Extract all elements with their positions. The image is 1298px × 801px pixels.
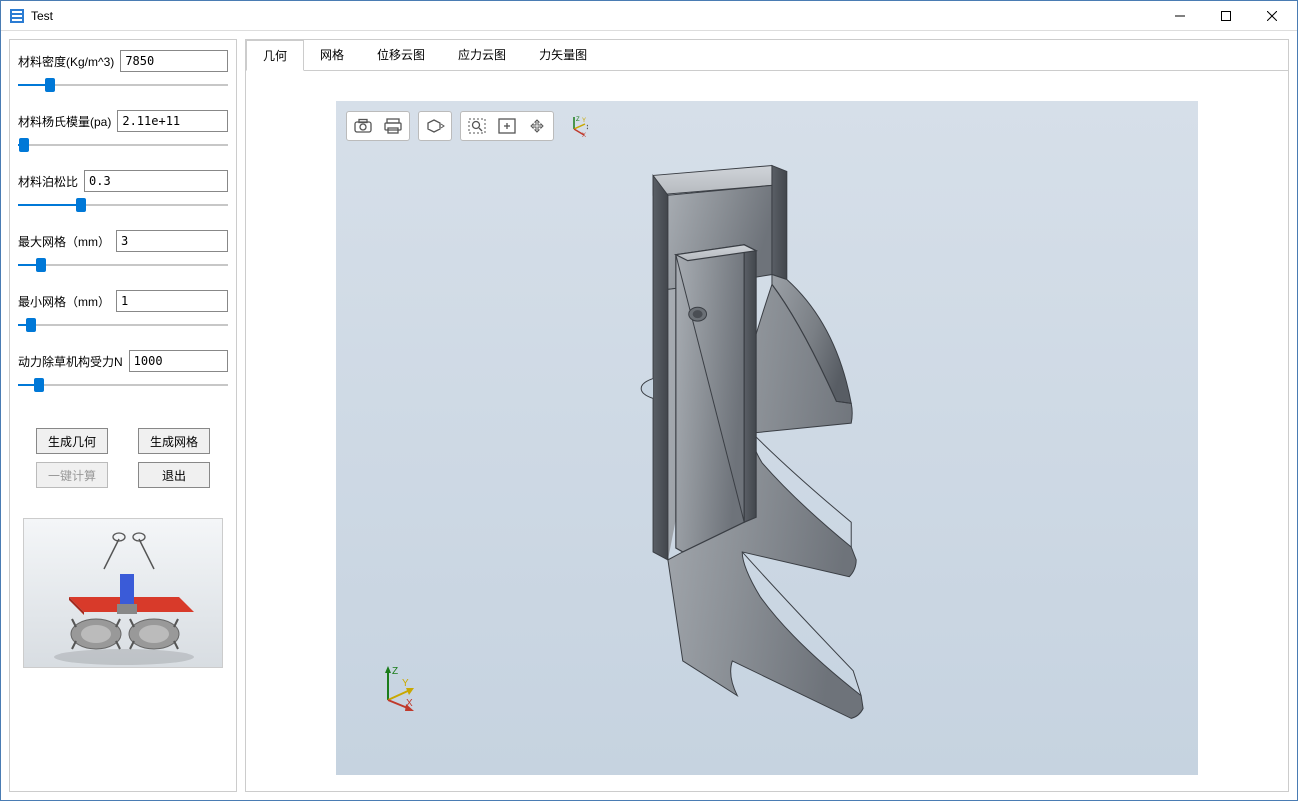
param-density-label: 材料密度(Kg/m^3): [18, 53, 114, 70]
preview-image: [23, 518, 223, 668]
param-poisson-label: 材料泊松比: [18, 173, 78, 190]
param-force-slider[interactable]: [18, 376, 228, 394]
axis-y-label: Y: [402, 678, 409, 689]
param-maxmesh: 最大网格（mm）: [18, 230, 228, 274]
param-poisson: 材料泊松比: [18, 170, 228, 214]
param-minmesh-input[interactable]: [116, 290, 228, 312]
param-density-input[interactable]: [120, 50, 228, 72]
window-title: Test: [31, 9, 1157, 23]
tab-1[interactable]: 网格: [304, 40, 361, 70]
tab-4[interactable]: 力矢量图: [523, 40, 604, 70]
param-force-input[interactable]: [129, 350, 228, 372]
param-maxmesh-label: 最大网格（mm）: [18, 233, 110, 250]
tab-3[interactable]: 应力云图: [442, 40, 523, 70]
window-buttons: [1157, 1, 1295, 30]
param-force-label: 动力除草机构受力N: [18, 353, 123, 370]
render-mode-icon[interactable]: [421, 114, 449, 138]
main-panel: 几何网格位移云图应力云图力矢量图: [245, 39, 1289, 792]
param-modulus: 材料杨氏模量(pa): [18, 110, 228, 154]
axis-indicator: Z Y X: [376, 662, 426, 715]
exit-button[interactable]: 退出: [138, 462, 210, 488]
svg-text:Y: Y: [582, 118, 586, 124]
app-icon: [9, 8, 25, 24]
generate-mesh-button[interactable]: 生成网格: [138, 428, 210, 454]
tab-2[interactable]: 位移云图: [361, 40, 442, 70]
pan-icon[interactable]: [523, 114, 551, 138]
generate-geometry-button[interactable]: 生成几何: [36, 428, 108, 454]
fit-view-icon[interactable]: [493, 114, 521, 138]
tabs: 几何网格位移云图应力云图力矢量图: [246, 40, 1288, 71]
axis-z-label: Z: [392, 666, 398, 677]
param-poisson-input[interactable]: [84, 170, 228, 192]
axis-x-label: X: [406, 698, 413, 709]
snapshot-icon[interactable]: [349, 114, 377, 138]
print-icon[interactable]: [379, 114, 407, 138]
param-modulus-slider[interactable]: [18, 136, 228, 154]
param-modulus-input[interactable]: [117, 110, 228, 132]
param-minmesh-slider[interactable]: [18, 316, 228, 334]
minimize-button[interactable]: [1157, 1, 1203, 30]
titlebar: Test: [1, 1, 1297, 31]
viewer-toolbar: ZY X: [346, 111, 590, 141]
param-density: 材料密度(Kg/m^3): [18, 50, 228, 94]
body: 材料密度(Kg/m^3) 材料杨氏模量(pa) 材料泊松比最大网格（mm） 最小网格（…: [1, 31, 1297, 800]
viewer-wrap: ZYX: [246, 71, 1288, 791]
maximize-button[interactable]: [1203, 1, 1249, 30]
param-density-slider[interactable]: [18, 76, 228, 94]
zoom-window-icon[interactable]: [463, 114, 491, 138]
main-window: Test 材料密度(Kg/m^3) 材料杨氏模量(pa) 材料泊松比最大网格（mm）…: [0, 0, 1298, 801]
param-force: 动力除草机构受力N: [18, 350, 228, 394]
tab-0[interactable]: 几何: [246, 40, 304, 71]
model-geometry: [336, 101, 1198, 775]
sidebar: 材料密度(Kg/m^3) 材料杨氏模量(pa) 材料泊松比最大网格（mm） 最小网格（…: [9, 39, 237, 792]
axis-orientation-icon[interactable]: ZY X: [562, 114, 590, 138]
param-poisson-slider[interactable]: [18, 196, 228, 214]
svg-text:Z: Z: [576, 117, 580, 123]
param-minmesh: 最小网格（mm）: [18, 290, 228, 334]
sidebar-buttons: 生成几何 一键计算 生成网格 退出: [18, 428, 228, 488]
close-button[interactable]: [1249, 1, 1295, 30]
calculate-button[interactable]: 一键计算: [36, 462, 108, 488]
param-minmesh-label: 最小网格（mm）: [18, 293, 110, 310]
viewer-3d[interactable]: ZYX: [336, 101, 1198, 775]
param-modulus-label: 材料杨氏模量(pa): [18, 113, 111, 130]
param-maxmesh-slider[interactable]: [18, 256, 228, 274]
param-maxmesh-input[interactable]: [116, 230, 228, 252]
svg-text:X: X: [582, 133, 586, 137]
